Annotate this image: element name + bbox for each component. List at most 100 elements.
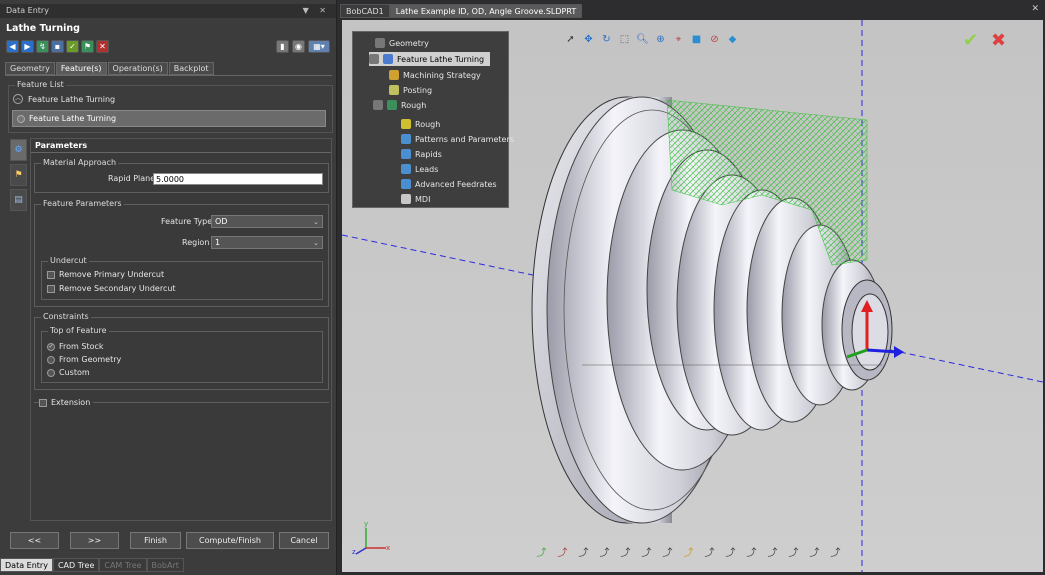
pane-controls[interactable]: ▼ ✕ xyxy=(303,4,330,18)
tab-geometry[interactable]: Geometry xyxy=(5,62,55,75)
tree-item-geometry[interactable]: Geometry xyxy=(375,38,429,48)
hide-icon[interactable]: ⊘ xyxy=(708,33,721,46)
document-tabs: BobCAD1 Lathe Example ID, OD, Angle Groo… xyxy=(340,4,583,18)
tab-cam-tree[interactable]: CAM Tree xyxy=(99,558,147,572)
view-iso8-icon[interactable]: ⤴ xyxy=(808,545,821,559)
tab-lathe-example[interactable]: Lathe Example ID, OD, Angle Groove.SLDPR… xyxy=(389,4,583,18)
save-icon[interactable]: ▪ xyxy=(51,40,64,53)
material-approach-group: Material Approach Rapid Plane 5.0000 xyxy=(34,158,329,193)
back-arrow-icon[interactable]: ◀ xyxy=(6,40,19,53)
vtab-tool-icon[interactable]: ⚑ xyxy=(10,164,27,186)
parameters-panel: Parameters Material Approach Rapid Plane… xyxy=(30,138,332,521)
tab-backplot[interactable]: Backplot xyxy=(168,62,214,75)
tree-item-advanced-feedrates[interactable]: Advanced Feedrates xyxy=(401,179,497,189)
select-arrow-icon[interactable]: ➚ xyxy=(564,33,577,46)
feature-list: Feature List ︿ Feature Lathe Turning Feat… xyxy=(8,80,333,133)
tree-item-rapids[interactable]: Rapids xyxy=(401,149,442,159)
tree-item-mdi[interactable]: MDI xyxy=(401,194,430,204)
view-back-icon[interactable]: ⤴ xyxy=(577,545,590,559)
view-iso6-icon[interactable]: ⤴ xyxy=(766,545,779,559)
tab-cad-tree[interactable]: CAD Tree xyxy=(52,558,100,572)
rough-tool-icon xyxy=(387,100,397,110)
geometry-icon xyxy=(375,38,385,48)
tree-item-posting[interactable]: Posting xyxy=(389,85,432,95)
cancel-button[interactable]: Cancel xyxy=(279,532,329,549)
tree-label-rough-child: Rough xyxy=(415,119,441,129)
delete-icon[interactable]: ✕ xyxy=(96,40,109,53)
view-toolbar: ➚ ✥ ↻ ⬚ 🔍︎ ⊕ ⌖ ■ ⊘ ◆ xyxy=(564,33,739,46)
view-iso4-icon[interactable]: ⤴ xyxy=(724,545,737,559)
previous-button[interactable]: << xyxy=(10,532,59,549)
view-left-icon[interactable]: ⤴ xyxy=(640,545,653,559)
tab-data-entry[interactable]: Data Entry xyxy=(0,558,53,572)
pan-icon[interactable]: ✥ xyxy=(582,33,595,46)
custom-radio[interactable]: Custom xyxy=(47,368,90,377)
dock-tabs: Data Entry CAD Tree CAM Tree BobArt xyxy=(0,558,184,572)
apply-check-icon[interactable]: ✓ xyxy=(66,40,79,53)
tree-item-patterns[interactable]: Patterns and Parameters xyxy=(401,134,514,144)
feature-type-select[interactable]: OD ⌄ xyxy=(211,215,323,228)
vtab-settings-icon[interactable]: ▤ xyxy=(10,189,27,211)
rapids-icon xyxy=(401,149,411,159)
vertical-tabs: ⚙ ⚑ ▤ xyxy=(10,139,28,214)
close-icon[interactable]: ✕ xyxy=(1031,4,1039,14)
feature-group-label: Feature Lathe Turning xyxy=(28,94,116,104)
next-button[interactable]: >> xyxy=(70,532,119,549)
compute-finish-button[interactable]: Compute/Finish xyxy=(186,532,274,549)
feature-type-label: Feature Type xyxy=(161,217,213,226)
view-iso-icon[interactable]: ⤴ xyxy=(535,545,548,559)
tree-item-rough-child[interactable]: Rough xyxy=(401,119,440,129)
view-iso7-icon[interactable]: ⤴ xyxy=(787,545,800,559)
viewport[interactable]: Geometry Feature Lathe Turning Machining… xyxy=(342,20,1043,572)
tab-divider xyxy=(5,75,332,76)
add-feature-icon[interactable]: ↯ xyxy=(36,40,49,53)
zoom-icon[interactable]: 🔍︎ xyxy=(636,33,649,46)
view-bottom-icon[interactable]: ⤴ xyxy=(619,545,632,559)
cancel-x-icon[interactable]: ✖ xyxy=(991,30,1006,51)
view-options-icon[interactable]: ▦▾ xyxy=(308,40,330,53)
tree-label-feedrates: Advanced Feedrates xyxy=(415,179,497,189)
view-iso2-icon[interactable]: ⤴ xyxy=(682,545,695,559)
view-right-icon[interactable]: ⤴ xyxy=(661,545,674,559)
shaded-view-icon[interactable]: ■ xyxy=(690,33,703,46)
remove-primary-undercut-checkbox[interactable]: Remove Primary Undercut xyxy=(47,270,164,279)
turning-icon xyxy=(383,54,393,64)
from-stock-radio[interactable]: ✓ From Stock xyxy=(47,342,104,351)
extension-group: Extension xyxy=(34,398,329,411)
trash-icon[interactable]: ▮ xyxy=(276,40,289,53)
tab-bobart[interactable]: BobArt xyxy=(146,558,184,572)
tree-item-rough[interactable]: Rough xyxy=(373,100,426,110)
tree-item-feature[interactable]: Feature Lathe Turning xyxy=(369,52,491,66)
view-iso9-icon[interactable]: ⤴ xyxy=(829,545,842,559)
view-iso3-icon[interactable]: ⤴ xyxy=(703,545,716,559)
eye-icon[interactable]: ◉ xyxy=(292,40,305,53)
remove-secondary-undercut-checkbox[interactable]: Remove Secondary Undercut xyxy=(47,284,176,293)
view-front-icon[interactable]: ⤴ xyxy=(556,545,569,559)
tool-icon[interactable]: ⚑ xyxy=(81,40,94,53)
rapid-plane-input[interactable]: 5.0000 xyxy=(153,173,323,185)
tab-operations[interactable]: Operation(s) xyxy=(107,62,168,75)
rotate-icon[interactable]: ↻ xyxy=(600,33,613,46)
finish-button[interactable]: Finish xyxy=(130,532,181,549)
extension-checkbox[interactable]: Extension xyxy=(39,398,94,407)
accept-check-icon[interactable]: ✔ xyxy=(963,30,978,51)
tab-features[interactable]: Feature(s) xyxy=(55,62,107,75)
zoom-fit-icon[interactable]: ⊕ xyxy=(654,33,667,46)
feature-list-item[interactable]: Feature Lathe Turning xyxy=(12,110,326,127)
material-approach-legend: Material Approach xyxy=(41,158,119,167)
view-top-icon[interactable]: ⤴ xyxy=(598,545,611,559)
region-select[interactable]: 1 ⌄ xyxy=(211,236,323,249)
tree-item-leads[interactable]: Leads xyxy=(401,164,438,174)
feedrates-icon xyxy=(401,179,411,189)
tree-item-machining-strategy[interactable]: Machining Strategy xyxy=(389,70,481,80)
forward-arrow-icon[interactable]: ▶ xyxy=(21,40,34,53)
view-iso5-icon[interactable]: ⤴ xyxy=(745,545,758,559)
measure-icon[interactable]: ⌖ xyxy=(672,33,685,46)
tab-bobcad1[interactable]: BobCAD1 xyxy=(340,4,390,18)
from-geometry-radio[interactable]: From Geometry xyxy=(47,355,121,364)
feature-group[interactable]: ︿ Feature Lathe Turning xyxy=(13,94,115,104)
collapse-icon[interactable]: ︿ xyxy=(13,94,23,104)
vtab-parameters-icon[interactable]: ⚙ xyxy=(10,139,27,161)
solid-view-icon[interactable]: ◆ xyxy=(726,33,739,46)
box-select-icon[interactable]: ⬚ xyxy=(618,33,631,46)
